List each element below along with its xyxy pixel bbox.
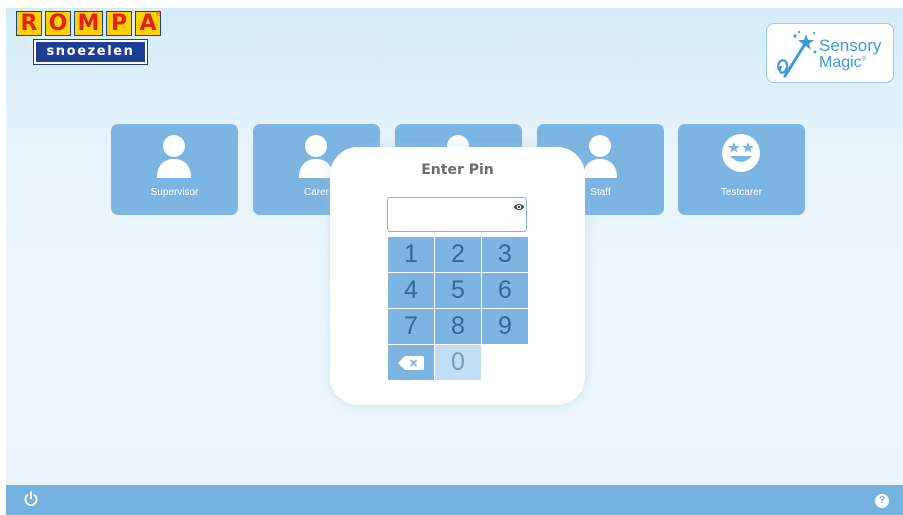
keypad-key-8[interactable]: 8: [435, 309, 481, 344]
eye-icon[interactable]: [513, 202, 525, 212]
backspace-button[interactable]: [388, 345, 434, 380]
footer-bar: ?: [6, 485, 903, 515]
pin-dialog-title: Enter Pin: [421, 162, 494, 178]
badge-line-2: Magic®: [819, 54, 866, 72]
logo-letter: O: [45, 11, 71, 36]
keypad-key-6[interactable]: 6: [482, 273, 528, 308]
keypad-key-4[interactable]: 4: [388, 273, 434, 308]
backspace-icon: [398, 355, 424, 370]
badge-line-1: Sensory: [819, 36, 882, 55]
badge-line-2-text: Magic: [819, 54, 862, 71]
logo-registered-mark: ®: [156, 11, 162, 18]
user-tile-label: Supervisor: [150, 187, 199, 198]
user-tile-label: Testcarer: [720, 187, 763, 198]
person-icon: [583, 135, 617, 178]
logo-letters: R O M P A: [16, 11, 164, 36]
keypad-key-2[interactable]: 2: [435, 237, 481, 272]
keypad-key-9[interactable]: 9: [482, 309, 528, 344]
pin-dialog: Enter Pin 1 2 3 4 5 6 7 8 9 0: [330, 147, 585, 405]
rompa-logo: R O M P A ® snoezelen: [16, 11, 164, 73]
help-button[interactable]: ?: [875, 494, 889, 508]
keypad-key-3[interactable]: 3: [482, 237, 528, 272]
keypad-key-7[interactable]: 7: [388, 309, 434, 344]
badge-trademark: ®: [861, 56, 867, 63]
pin-input[interactable]: [387, 197, 527, 232]
person-icon: [157, 135, 191, 178]
keypad-key-5[interactable]: 5: [435, 273, 481, 308]
logo-letter: P: [106, 11, 132, 36]
keypad-key-0[interactable]: 0: [435, 345, 481, 380]
app-screen: R O M P A ® snoezelen Sensory Magic® Sup…: [0, 0, 903, 515]
logo-subtitle: snoezelen: [33, 39, 148, 65]
user-tile-testcarer[interactable]: Testcarer: [678, 124, 805, 215]
magic-wand-icon: [777, 30, 817, 78]
logo-letter: M: [74, 11, 103, 36]
logo-letter: R: [16, 11, 42, 36]
user-tile-supervisor[interactable]: Supervisor: [111, 124, 238, 215]
keypad-key-1[interactable]: 1: [388, 237, 434, 272]
user-select-area: R O M P A ® snoezelen Sensory Magic® Sup…: [6, 8, 903, 485]
star-eyes-smiley-icon: [722, 134, 760, 172]
power-icon[interactable]: [24, 491, 38, 506]
sensory-magic-badge: Sensory Magic®: [766, 23, 894, 83]
